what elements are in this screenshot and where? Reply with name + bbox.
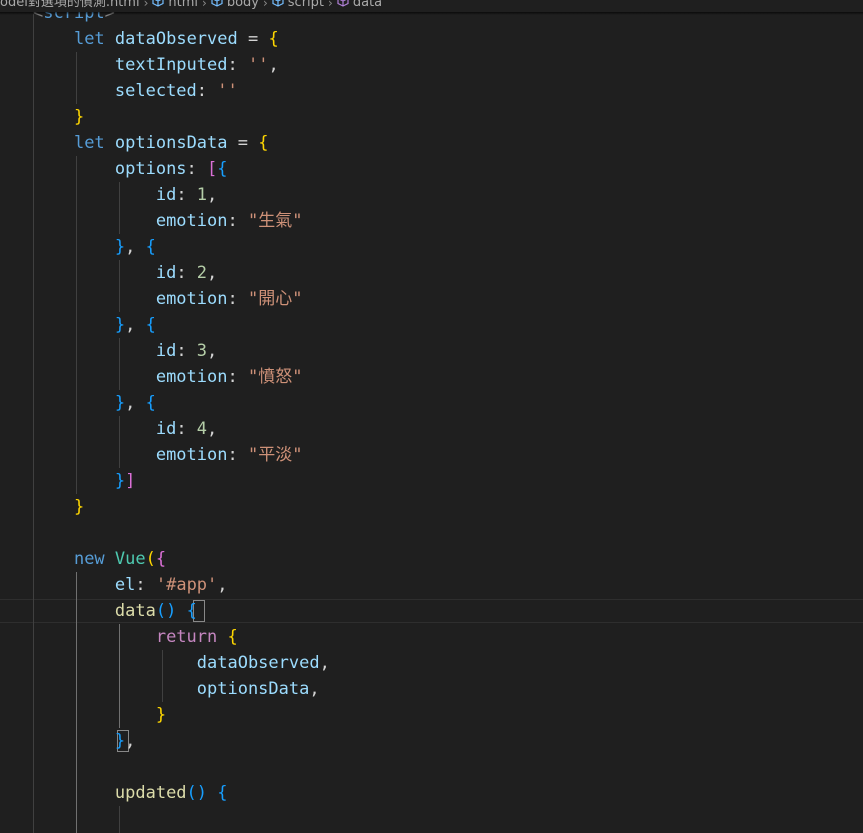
- code-line: let dataObserved = {: [73, 29, 279, 49]
- code-line: }, {: [114, 237, 156, 257]
- code-line: textInputed: '',: [114, 55, 279, 75]
- cube-icon: [152, 0, 164, 7]
- cube-icon: [211, 0, 223, 7]
- code-line: }]: [114, 471, 136, 491]
- code-line: dataObserved,: [196, 653, 330, 673]
- code-line: emotion: "開心": [155, 289, 303, 309]
- breadcrumb-item-script[interactable]: script: [272, 0, 324, 12]
- code-line: }: [73, 497, 85, 517]
- chevron-right-icon: ›: [328, 0, 333, 10]
- code-line: id: 3,: [155, 341, 218, 361]
- code-line: emotion: "憤怒": [155, 367, 303, 387]
- code-line: emotion: "生氣": [155, 211, 303, 231]
- code-line: id: 1,: [155, 185, 218, 205]
- code-line: let optionsData = {: [73, 133, 269, 153]
- code-line: }: [73, 107, 85, 127]
- code-line: options: [{: [114, 159, 228, 179]
- code-line: new Vue({: [73, 549, 167, 569]
- chevron-right-icon: ›: [262, 0, 268, 10]
- code-line: return {: [155, 627, 238, 647]
- breadcrumb-file[interactable]: odel對選項的偵測.html: [0, 0, 140, 12]
- cube-icon: [337, 0, 349, 7]
- code-line: updated() {: [114, 783, 228, 803]
- code-line: id: 4,: [155, 419, 218, 439]
- code-line: },: [114, 731, 136, 751]
- code-line: data() {: [114, 601, 197, 621]
- code-line: el: '#app',: [114, 575, 228, 595]
- chevron-right-icon: ›: [202, 0, 207, 10]
- chevron-right-icon: ›: [143, 0, 149, 10]
- breadcrumb-item-html[interactable]: html: [152, 0, 198, 12]
- breadcrumb-item-body[interactable]: body: [211, 0, 259, 12]
- code-line: emotion: "平淡": [155, 445, 303, 465]
- breadcrumb-item-data[interactable]: data: [337, 0, 382, 12]
- code-line: }: [155, 705, 167, 725]
- code-line: }, {: [114, 315, 156, 335]
- cube-icon: [272, 0, 284, 7]
- code-line: }, {: [114, 393, 156, 413]
- code-editor[interactable]: <script> let dataObserved = { textInpute…: [0, 0, 863, 833]
- breadcrumb: odel對選項的偵測.html › html › body › script › data: [0, 0, 863, 12]
- code-line: optionsData,: [196, 679, 320, 699]
- scroll-shadow: [0, 12, 863, 15]
- code-lines[interactable]: <script> let dataObserved = { textInpute…: [0, 0, 863, 833]
- code-line: id: 2,: [155, 263, 218, 283]
- code-line: selected: '': [114, 81, 238, 101]
